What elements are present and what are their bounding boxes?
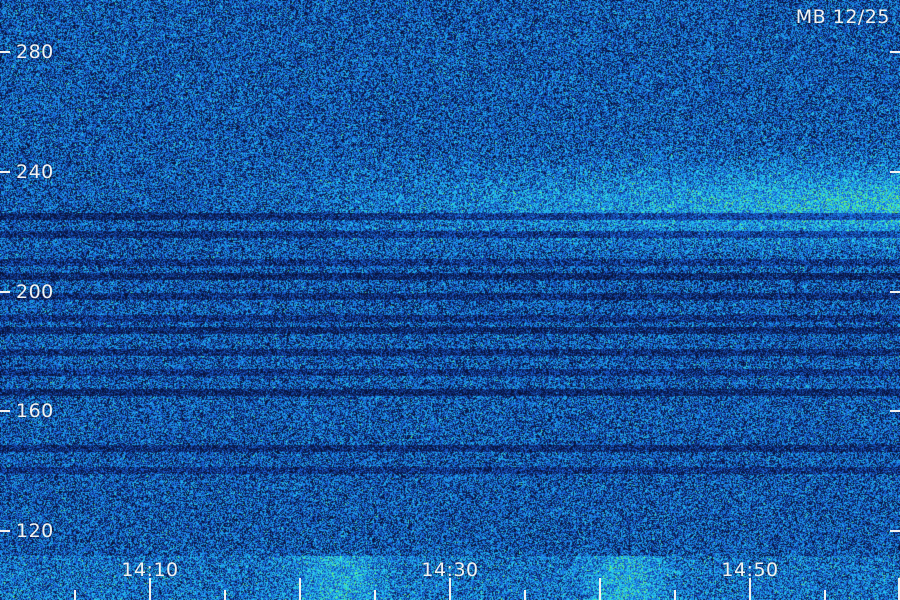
y-label-160: 160 (16, 400, 54, 422)
x-tick (224, 590, 226, 600)
y-tick-280 (0, 51, 10, 53)
x-tick (449, 578, 451, 600)
spectrogram-viewer: MB 12/25 280 240 200 160 120 14:10 14:30… (0, 0, 900, 600)
y-tick-160 (0, 410, 10, 412)
y-tick-right-120 (890, 530, 900, 532)
x-tick (524, 590, 526, 600)
x-tick (749, 578, 751, 600)
x-tick (149, 578, 151, 600)
session-badge: MB 12/25 (795, 6, 890, 28)
y-tick-200 (0, 291, 10, 293)
y-tick-right-240 (890, 171, 900, 173)
y-label-120: 120 (16, 520, 54, 542)
y-label-280: 280 (16, 41, 54, 63)
y-tick-right-280 (890, 51, 900, 53)
x-tick (374, 590, 376, 600)
y-tick-240 (0, 171, 10, 173)
x-tick (299, 578, 301, 600)
x-tick (674, 590, 676, 600)
x-tick (824, 590, 826, 600)
y-label-200: 200 (16, 281, 54, 303)
y-label-240: 240 (16, 161, 54, 183)
x-tick (599, 578, 601, 600)
y-tick-right-160 (890, 410, 900, 412)
spectrogram-image (0, 0, 900, 600)
y-tick-right-200 (890, 291, 900, 293)
y-tick-120 (0, 530, 10, 532)
x-tick (74, 590, 76, 600)
